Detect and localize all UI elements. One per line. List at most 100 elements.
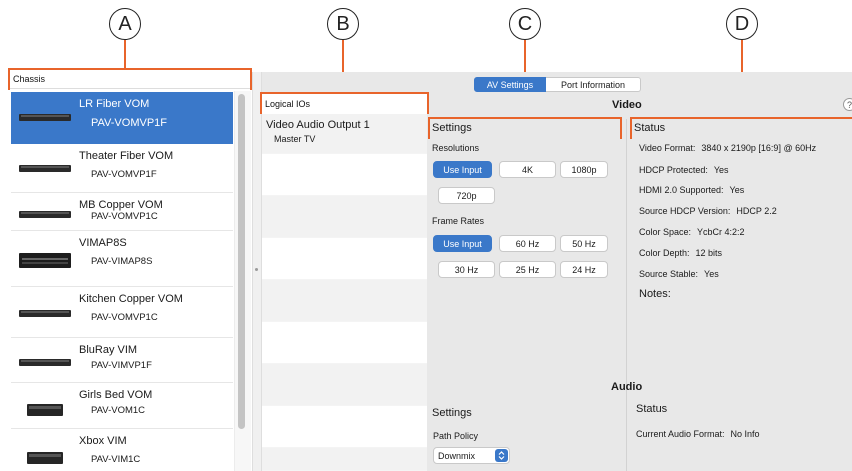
logical-io-empty-row [262, 280, 427, 322]
chassis-item-model: PAV-VIMVP1F [91, 360, 152, 371]
help-icon[interactable]: ? [843, 98, 852, 111]
chassis-item-model: PAV-VIMAP8S [91, 256, 153, 267]
frame-rate-30hz-button[interactable]: 30 Hz [438, 261, 495, 278]
chassis-header: Chassis [10, 70, 250, 89]
resolutions-label: Resolutions [432, 143, 480, 153]
status-highlight-top [630, 117, 852, 119]
tab-av-settings[interactable]: AV Settings [474, 77, 546, 92]
callout-a: A [109, 8, 141, 40]
chassis-item-theater-fiber-vom[interactable]: Theater Fiber VOM PAV-VOMVP1F [11, 144, 233, 193]
pane-splitter-handle [255, 268, 258, 271]
logical-ios-header: Logical IOs [262, 94, 427, 113]
chassis-item-name: MB Copper VOM [79, 199, 163, 211]
chassis-item-model: PAV-VOMVP1C [91, 211, 158, 222]
status-value: 3840 x 2190p [16:9] @ 60Hz [701, 143, 817, 153]
status-color-depth: Color Depth: 12 bits [639, 248, 722, 258]
callout-b: B [327, 8, 359, 40]
chassis-item-name: LR Fiber VOM [79, 98, 150, 110]
status-source-stable: Source Stable: Yes [639, 269, 719, 279]
tab-port-information[interactable]: Port Information [546, 77, 641, 92]
logical-io-empty-row [262, 322, 427, 364]
frame-rate-use-input-button[interactable]: Use Input [433, 235, 492, 252]
logical-ios-highlight-right [427, 92, 429, 114]
chassis-item-model: PAV-VOM1C [91, 405, 146, 416]
chassis-item-bluray-vim[interactable]: BluRay VIM PAV-VIMVP1F [11, 338, 233, 383]
device-thumbnail-icon [19, 211, 71, 218]
status-label: Source HDCP Version: [639, 206, 731, 216]
chassis-item-name: Theater Fiber VOM [79, 150, 174, 162]
audio-section-title: Audio [611, 381, 643, 393]
chassis-item-name: Xbox VIM [79, 435, 127, 447]
chassis-item-kitchen-copper-vom[interactable]: Kitchen Copper VOM PAV-VOMVP1C [11, 287, 233, 338]
logical-io-empty-row [262, 154, 427, 196]
chassis-item-model: PAV-VOMVP1F [91, 117, 168, 129]
status-value: Yes [729, 185, 745, 195]
status-source-hdcp-version: Source HDCP Version: HDCP 2.2 [639, 206, 777, 216]
frame-rates-label: Frame Rates [432, 216, 485, 226]
chassis-item-girls-bed-vom[interactable]: Girls Bed VOM PAV-VOM1C [11, 383, 233, 429]
path-policy-label: Path Policy [433, 431, 479, 441]
device-thumbnail-icon [19, 310, 71, 317]
chassis-item-name: BluRay VIM [79, 344, 138, 356]
device-thumbnail-icon [19, 114, 71, 121]
frame-rate-24hz-button[interactable]: 24 Hz [560, 261, 608, 278]
callout-a-line [124, 40, 126, 68]
path-policy-select[interactable]: Downmix [433, 447, 510, 464]
chassis-item-name: Girls Bed VOM [79, 389, 153, 401]
status-color-space: Color Space: YcbCr 4:2:2 [639, 227, 745, 237]
status-highlight-left [630, 117, 632, 139]
chassis-item-xbox-vim[interactable]: Xbox VIM PAV-VIM1C [11, 429, 233, 471]
settings-highlight-top [428, 117, 622, 119]
device-thumbnail-icon [19, 165, 71, 172]
logical-io-item[interactable]: Video Audio Output 1 Master TV [262, 114, 427, 154]
frame-rate-25hz-button[interactable]: 25 Hz [499, 261, 556, 278]
status-label: Video Format: [639, 143, 696, 153]
logical-io-subtitle: Master TV [274, 134, 316, 144]
audio-settings-title: Settings [432, 407, 472, 419]
chassis-item-model: PAV-VOMVP1C [91, 312, 158, 323]
status-value: Yes [713, 165, 729, 175]
status-value: Yes [704, 269, 719, 279]
status-label: Source Stable: [639, 269, 699, 279]
audio-status-title: Status [636, 403, 668, 415]
logical-io-empty-row [262, 364, 427, 406]
device-thumbnail-icon [27, 404, 63, 416]
status-value: No Info [730, 429, 760, 439]
device-thumbnail-icon [27, 452, 63, 464]
status-label: Color Depth: [639, 248, 690, 258]
device-thumbnail-icon [19, 359, 71, 366]
chassis-item-lr-fiber-vom[interactable]: LR Fiber VOM PAV-VOMVP1F [11, 92, 233, 144]
status-hdcp-protected: HDCP Protected: Yes [639, 165, 729, 175]
status-label: Color Space: [639, 227, 692, 237]
path-policy-value: Downmix [438, 451, 476, 461]
video-section-title: Video [612, 99, 642, 111]
notes-label: Notes: [639, 288, 671, 300]
logical-io-empty-row [262, 448, 427, 471]
status-value: YcbCr 4:2:2 [697, 227, 745, 237]
video-settings-title: Settings [432, 122, 472, 134]
status-video-format: Video Format: 3840 x 2190p [16:9] @ 60Hz [639, 143, 816, 153]
callout-d: D [726, 8, 758, 40]
chassis-item-model: PAV-VIM1C [91, 454, 141, 465]
chassis-scrollbar-thumb[interactable] [238, 94, 245, 429]
chassis-item-mb-copper-vom[interactable]: MB Copper VOM PAV-VOMVP1C [11, 193, 233, 231]
status-label: Current Audio Format: [636, 429, 725, 439]
resolution-use-input-button[interactable]: Use Input [433, 161, 492, 178]
column-divider [626, 119, 627, 471]
frame-rate-60hz-button[interactable]: 60 Hz [499, 235, 556, 252]
resolution-1080p-button[interactable]: 1080p [560, 161, 608, 178]
chassis-item-vimap8s[interactable]: VIMAP8S PAV-VIMAP8S [11, 231, 233, 287]
status-label: HDMI 2.0 Supported: [639, 185, 724, 195]
resolution-720p-button[interactable]: 720p [438, 187, 495, 204]
logical-io-title: Video Audio Output 1 [266, 119, 370, 131]
pane-splitter[interactable] [252, 72, 262, 471]
logical-io-empty-row [262, 196, 427, 238]
device-thumbnail-icon [19, 253, 71, 268]
chassis-item-name: VIMAP8S [79, 237, 127, 249]
status-current-audio-format: Current Audio Format: No Info [636, 429, 760, 439]
chassis-item-model: PAV-VOMVP1F [91, 169, 157, 180]
callout-c: C [509, 8, 541, 40]
frame-rate-50hz-button[interactable]: 50 Hz [560, 235, 608, 252]
resolution-4k-button[interactable]: 4K [499, 161, 556, 178]
status-value: 12 bits [695, 248, 723, 258]
